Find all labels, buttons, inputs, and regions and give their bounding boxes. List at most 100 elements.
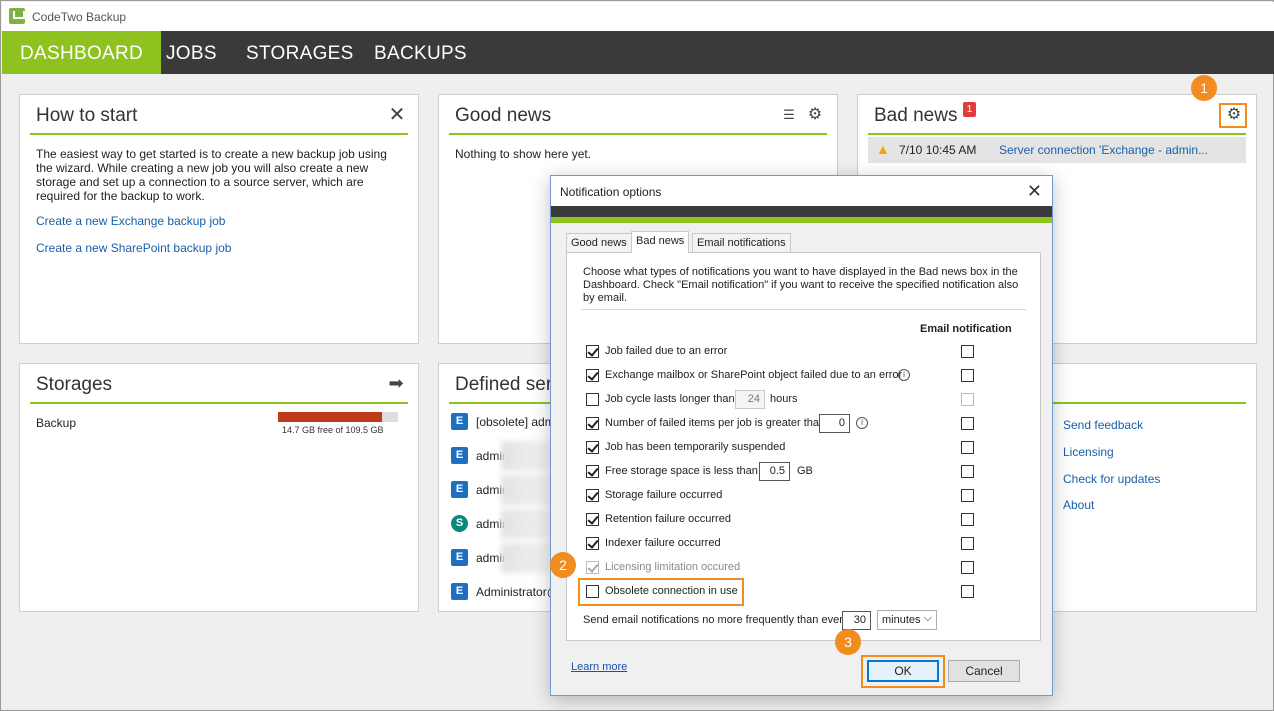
job-cycle-checkbox[interactable] — [586, 393, 599, 406]
retention-failure-checkbox[interactable] — [586, 513, 599, 526]
app-title: CodeTwo Backup — [32, 10, 127, 24]
title-divider — [868, 133, 1246, 135]
option-job-failed: Job failed due to an error — [586, 342, 1026, 362]
option-label: Free storage space is less than — [605, 465, 758, 477]
failed-items-input[interactable]: 0 — [819, 414, 850, 433]
close-icon[interactable]: ✕ — [388, 105, 406, 125]
about-link[interactable]: About — [1063, 498, 1094, 512]
good-news-title: Good news — [455, 105, 552, 126]
check-for-updates-link[interactable]: Check for updates — [1063, 472, 1160, 486]
licensing-limitation-email-checkbox[interactable] — [961, 561, 974, 574]
licensing-link[interactable]: Licensing — [1063, 445, 1114, 459]
option-label: Exchange mailbox or SharePoint object fa… — [605, 369, 903, 381]
close-icon[interactable]: ✕ — [1027, 181, 1042, 202]
licensing-limitation-checkbox[interactable] — [586, 561, 599, 574]
dialog-accent-bar — [551, 217, 1052, 223]
free-space-checkbox[interactable] — [586, 465, 599, 478]
frequency-unit-select[interactable]: minutes — [877, 609, 937, 630]
warning-icon: ▲ — [876, 141, 890, 157]
tab-dashboard[interactable]: DASHBOARD — [2, 31, 162, 74]
option-suspended: Job has been temporarily suspended — [586, 438, 1026, 458]
tab-storages[interactable]: STORAGES — [228, 31, 372, 74]
sharepoint-icon: S — [451, 515, 468, 532]
bad-news-title: Bad news — [874, 105, 958, 126]
bad-news-time: 7/10 10:45 AM — [899, 143, 977, 157]
option-label: Job cycle lasts longer than — [605, 393, 735, 405]
storages-card: Storages ➡ Backup 14.7 GB free of 109.5 … — [19, 363, 419, 612]
exchange-icon: E — [451, 583, 468, 600]
dialog-titlebar: Notification options ✕ — [551, 176, 1052, 206]
indexer-failure-email-checkbox[interactable] — [961, 537, 974, 550]
codetwo-logo-icon — [9, 8, 25, 24]
option-label: Number of failed items per job is greate… — [605, 417, 826, 429]
email-notification-header: Email notification — [920, 323, 1012, 335]
tab-bad-news[interactable]: Bad news — [631, 231, 690, 253]
how-to-start-card: How to start ✕ The easiest way to get st… — [19, 94, 419, 344]
panel-description: Choose what types of notifications you w… — [583, 266, 1019, 304]
title-divider — [30, 402, 408, 404]
frequency-input[interactable]: 30 — [842, 611, 871, 630]
learn-more-link[interactable]: Learn more — [571, 661, 627, 673]
notification-options-dialog: Notification options ✕ Good news Bad new… — [550, 175, 1053, 696]
storage-usage-fill — [278, 412, 382, 422]
storage-failure-checkbox[interactable] — [586, 489, 599, 502]
how-to-start-text: The easiest way to get started is to cre… — [36, 147, 387, 203]
arrow-right-icon[interactable]: ➡ — [387, 374, 405, 392]
job-cycle-hours-input[interactable]: 24 — [735, 390, 765, 409]
hours-unit: hours — [770, 393, 798, 405]
server-label: [obsolete] adm — [476, 415, 555, 429]
redaction-blur — [501, 441, 551, 471]
exchange-icon: E — [451, 549, 468, 566]
tab-jobs[interactable]: JOBS — [148, 31, 235, 74]
info-icon[interactable]: i — [898, 369, 910, 381]
obsolete-connection-email-checkbox[interactable] — [961, 585, 974, 598]
tab-email-notifications[interactable]: Email notifications — [692, 233, 791, 252]
dialog-header-bar — [551, 206, 1052, 217]
exchange-icon: E — [451, 413, 468, 430]
option-label: Storage failure occurred — [605, 489, 723, 501]
suspended-email-checkbox[interactable] — [961, 441, 974, 454]
option-storage-failure: Storage failure occurred — [586, 486, 1026, 506]
bad-news-item[interactable]: ▲ 7/10 10:45 AM Server connection 'Excha… — [868, 137, 1246, 163]
tab-backups[interactable]: BACKUPS — [356, 31, 485, 74]
gear-icon[interactable]: ⚙ — [806, 106, 824, 124]
tab-good-news[interactable]: Good news — [566, 233, 632, 252]
option-retention-failure: Retention failure occurred — [586, 510, 1026, 530]
job-failed-email-checkbox[interactable] — [961, 345, 974, 358]
object-failed-email-checkbox[interactable] — [961, 369, 974, 382]
bad-news-message[interactable]: Server connection 'Exchange - admin... — [999, 143, 1208, 157]
option-free-space: Free storage space is less than 0.5 GB — [586, 462, 1026, 482]
exchange-icon: E — [451, 481, 468, 498]
storage-failure-email-checkbox[interactable] — [961, 489, 974, 502]
suspended-checkbox[interactable] — [586, 441, 599, 454]
server-label: Administrator@ — [476, 585, 559, 599]
exchange-icon: E — [451, 447, 468, 464]
free-space-email-checkbox[interactable] — [961, 465, 974, 478]
option-licensing-limitation: Licensing limitation occured — [586, 558, 1026, 578]
job-failed-checkbox[interactable] — [586, 345, 599, 358]
free-space-input[interactable]: 0.5 — [759, 462, 790, 481]
redaction-blur — [501, 475, 551, 505]
option-label: Job has been temporarily suspended — [605, 441, 786, 453]
object-failed-checkbox[interactable] — [586, 369, 599, 382]
retention-failure-email-checkbox[interactable] — [961, 513, 974, 526]
cancel-button[interactable]: Cancel — [948, 660, 1020, 682]
create-sharepoint-job-link[interactable]: Create a new SharePoint backup job — [36, 241, 231, 255]
gear-highlight — [1219, 103, 1247, 128]
job-cycle-email-checkbox[interactable] — [961, 393, 974, 406]
failed-items-email-checkbox[interactable] — [961, 417, 974, 430]
option-label: Licensing limitation occured — [605, 561, 741, 573]
storage-name[interactable]: Backup — [36, 416, 76, 430]
redaction-blur — [501, 509, 551, 539]
option-object-failed: Exchange mailbox or SharePoint object fa… — [586, 366, 1026, 386]
callout-3: 3 — [835, 629, 861, 655]
title-divider — [30, 133, 408, 135]
failed-items-checkbox[interactable] — [586, 417, 599, 430]
option-failed-items: Number of failed items per job is greate… — [586, 414, 1026, 434]
option-label: Indexer failure occurred — [605, 537, 721, 549]
indexer-failure-checkbox[interactable] — [586, 537, 599, 550]
clear-list-icon[interactable]: ☰ — [780, 106, 798, 124]
info-icon[interactable]: i — [856, 417, 868, 429]
create-exchange-job-link[interactable]: Create a new Exchange backup job — [36, 214, 225, 228]
send-feedback-link[interactable]: Send feedback — [1063, 418, 1143, 432]
